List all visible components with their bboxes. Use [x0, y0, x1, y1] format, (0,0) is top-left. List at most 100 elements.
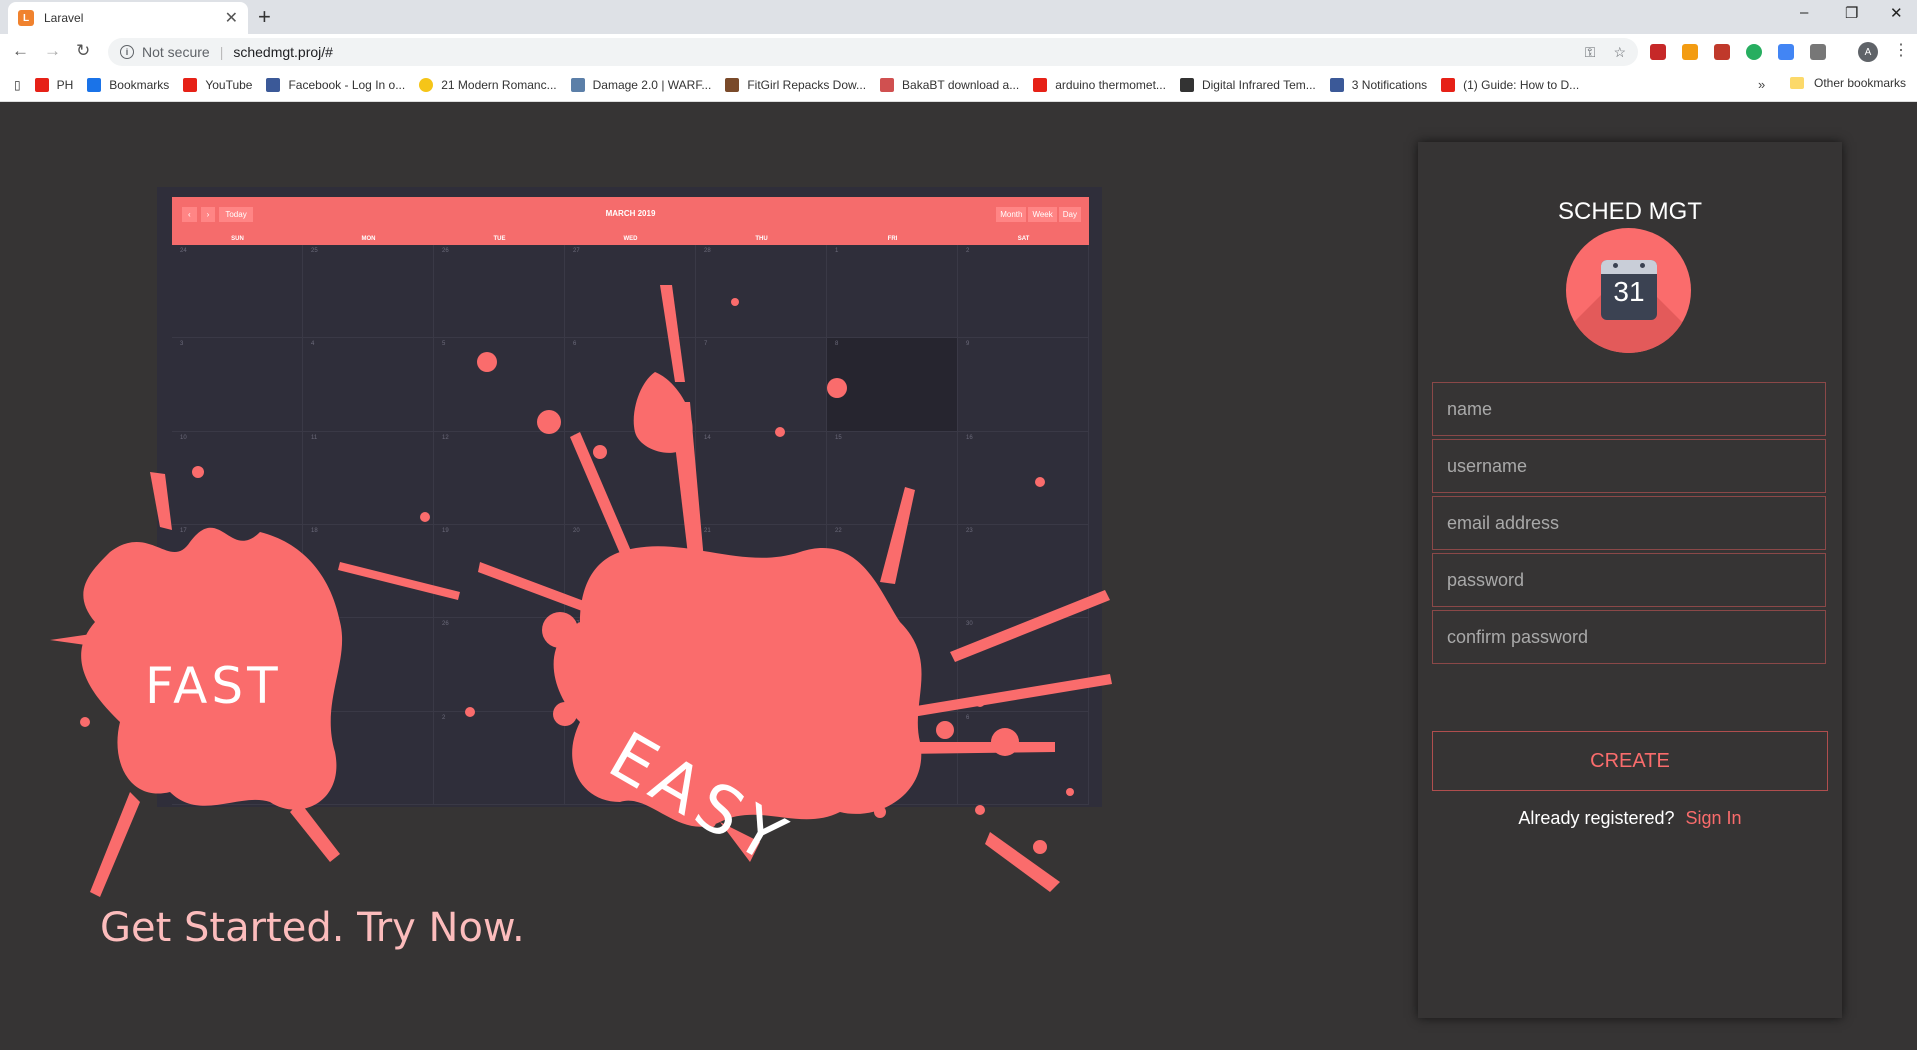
calendar-day-cell: 6	[958, 711, 1089, 805]
folder-icon	[1790, 77, 1804, 89]
weekday-label: WED	[623, 236, 638, 242]
calendar-day-cell: 2	[958, 245, 1089, 339]
bookmark-item[interactable]: PH	[34, 77, 73, 92]
create-button[interactable]: CREATE	[1432, 731, 1828, 791]
calendar-logo-icon: 31	[1566, 228, 1691, 353]
profile-avatar[interactable]: A	[1858, 42, 1878, 62]
calendar-day-cell: 4	[303, 338, 434, 432]
key-icon[interactable]: ⚿	[1585, 44, 1596, 61]
divider: |	[219, 44, 224, 60]
close-tab-icon[interactable]: ✕	[225, 8, 238, 28]
calendar-day-cell: 2	[434, 711, 565, 805]
other-bookmarks[interactable]: Other bookmarks	[1790, 76, 1906, 90]
bookmark-item[interactable]: FitGirl Repacks Dow...	[725, 77, 866, 92]
calendar-day-cell: 18	[303, 525, 434, 619]
bookmark-item[interactable]: YouTube	[183, 77, 252, 92]
tab-laravel[interactable]: L Laravel ✕	[8, 2, 248, 34]
fast-text: FAST	[145, 657, 282, 715]
restore-button[interactable]: ❐	[1845, 4, 1858, 22]
bookmark-item[interactable]: arduino thermomet...	[1033, 77, 1166, 92]
calendar-day-cell: 17	[172, 525, 303, 619]
bookmarks-bar: ▯ PH Bookmarks YouTube Facebook - Log In…	[0, 68, 1917, 102]
minimize-button[interactable]: –	[1800, 4, 1808, 21]
bookmark-star-icon[interactable]: ☆	[1613, 44, 1626, 61]
calendar-day-cell: 25	[303, 245, 434, 339]
calendar-day-cell: 23	[958, 525, 1089, 619]
calendar-day-cell: 5	[434, 338, 565, 432]
url-text[interactable]: schedmgt.proj/#	[233, 44, 333, 60]
tab-title: Laravel	[44, 11, 84, 25]
calendar-day-cell: 27	[565, 245, 696, 339]
signin-link[interactable]: Sign In	[1686, 808, 1742, 828]
forward-icon[interactable]: →	[44, 41, 61, 61]
close-window-button[interactable]: ✕	[1890, 4, 1903, 22]
calendar-day-cell: 26	[434, 618, 565, 712]
calendar-day-cell: 1	[827, 245, 958, 339]
calendar-day-cell: 9	[958, 338, 1089, 432]
brand-title: SCHED MGT	[1558, 198, 1702, 225]
calendar-grid: 24 25 26 27 28 1 2 3 4 5 6 7 8 9 10 11 12 13 14 15 16 17 18 19 2…	[172, 245, 1089, 805]
bookmark-item[interactable]: (1) Guide: How to D...	[1441, 77, 1579, 92]
star-icon	[87, 77, 102, 92]
view-week: Week	[1028, 207, 1057, 222]
calendar-day-cell: 24	[172, 245, 303, 339]
already-registered-text: Already registered?	[1518, 808, 1675, 828]
signup-panel: SCHED MGT 31 CREATE Already registered? …	[1418, 142, 1842, 1018]
extension-icon[interactable]	[1810, 44, 1826, 60]
kebab-menu-icon[interactable]: ⋮	[1893, 40, 1909, 60]
new-tab-button[interactable]: +	[258, 4, 271, 30]
calendar-preview-image: ‹ › Today MARCH 2019 Month Week Day SUN M…	[157, 187, 1102, 807]
calendar-day-cell: 16	[958, 431, 1089, 525]
calendar-day-cell: 8	[827, 338, 958, 432]
calendar-day-cell: 28	[696, 245, 827, 339]
username-field[interactable]	[1432, 439, 1826, 493]
calendar-day-cell: 1	[303, 711, 434, 805]
bookmark-item[interactable]: BakaBT download a...	[880, 77, 1019, 92]
calendar-title: MARCH 2019	[605, 209, 656, 218]
site-icon	[570, 77, 585, 92]
bookmark-item[interactable]: Bookmarks	[87, 77, 169, 92]
calendar-day-cell: 11	[303, 431, 434, 525]
bookmark-item[interactable]: 21 Modern Romanc...	[419, 77, 557, 92]
badge-icon	[419, 77, 434, 92]
youtube-icon	[1441, 77, 1456, 92]
calendar-day-cell: 15	[827, 431, 958, 525]
name-field[interactable]	[1432, 382, 1826, 436]
info-icon[interactable]: i	[120, 45, 134, 59]
bookmark-item[interactable]: Damage 2.0 | WARF...	[570, 77, 711, 92]
apps-icon[interactable]: ▯	[14, 78, 21, 92]
reload-icon[interactable]: ↻	[76, 41, 90, 61]
site-icon	[880, 77, 895, 92]
calendar-day-cell: 14	[696, 431, 827, 525]
confirm-password-field[interactable]	[1432, 610, 1826, 664]
extension-icon[interactable]	[1682, 44, 1698, 60]
bookmark-item[interactable]: Facebook - Log In o...	[266, 77, 405, 92]
password-field[interactable]	[1432, 553, 1826, 607]
youtube-icon	[34, 77, 49, 92]
page-body: ‹ › Today MARCH 2019 Month Week Day SUN M…	[0, 102, 1917, 1050]
ublock-icon[interactable]	[1650, 44, 1666, 60]
calendar-icon-top	[1601, 260, 1657, 274]
calendar-day-cell: 26	[434, 245, 565, 339]
more-bookmarks-button[interactable]: »	[1758, 77, 1765, 92]
email-field[interactable]	[1432, 496, 1826, 550]
bookmark-item[interactable]: Digital Infrared Tem...	[1179, 77, 1316, 92]
back-icon[interactable]: ←	[12, 41, 29, 61]
calendar-day-cell: 20	[565, 525, 696, 619]
youtube-icon	[1033, 77, 1048, 92]
extension-icon[interactable]	[1714, 44, 1730, 60]
weekday-label: FRI	[887, 236, 898, 242]
logo-number: 31	[1613, 276, 1645, 307]
calendar-day-cell: 31	[172, 711, 303, 805]
bookmark-item[interactable]: 3 Notifications	[1329, 77, 1427, 92]
calendar-icon: 31	[1601, 260, 1657, 320]
calendar-day-cell: 13	[565, 431, 696, 525]
facebook-icon	[266, 77, 281, 92]
grammarly-icon[interactable]	[1746, 44, 1762, 60]
calendar-day-cell: 28	[696, 618, 827, 712]
youtube-icon	[183, 77, 198, 92]
extension-icon[interactable]	[1778, 44, 1794, 60]
calendar-day-cell: 6	[565, 338, 696, 432]
calendar-day-cell: 21	[696, 525, 827, 619]
address-bar[interactable]: i Not secure | schedmgt.proj/# ⚿ ☆	[108, 38, 1638, 66]
